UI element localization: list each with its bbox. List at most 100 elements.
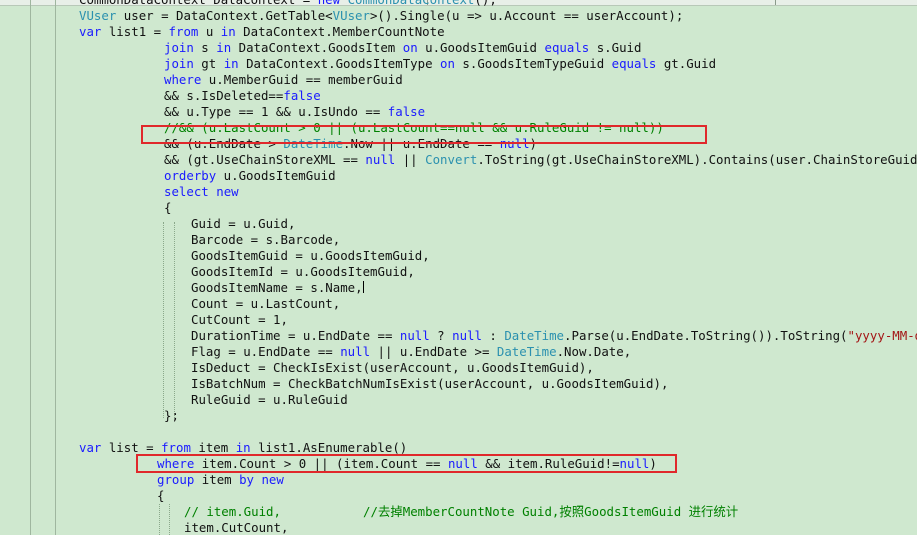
code-text: DataContext.GoodsItem [231, 40, 403, 55]
outline-margin-line [30, 0, 31, 535]
code-line[interactable]: VUser user = DataContext.GetTable<VUser>… [79, 8, 683, 24]
code-text: s [193, 40, 217, 55]
code-keyword: new [216, 184, 239, 199]
code-keyword: null [340, 344, 371, 359]
code-text: item [194, 472, 240, 487]
code-keyword: new [318, 0, 340, 7]
code-text: u.MemberGuid == memberGuid [201, 72, 403, 87]
code-text: { [164, 200, 172, 215]
code-type: DateTime [496, 344, 557, 359]
code-text: list = [101, 440, 162, 455]
code-text: GoodsItemGuid = u.GoodsItemGuid, [191, 248, 430, 263]
code-keyword: false [387, 104, 426, 119]
code-line[interactable]: join s in DataContext.GoodsItem on u.Goo… [164, 40, 641, 56]
code-text: (); [474, 0, 496, 7]
code-type: Convert [425, 152, 478, 167]
code-text: DataContext.GoodsItemType [238, 56, 441, 71]
indent-guide [159, 504, 160, 535]
top-strip-separator [775, 0, 776, 5]
code-type: VUser [332, 8, 370, 23]
code-text: s.Guid [589, 40, 642, 55]
code-text: { [157, 488, 165, 503]
code-line[interactable]: GoodsItemId = u.GoodsItemGuid, [191, 264, 415, 280]
code-keyword: equals [611, 56, 657, 71]
code-text: IsBatchNum = CheckBatchNumIsExist(userAc… [191, 376, 669, 391]
code-line[interactable]: GoodsItemName = s.Name, [191, 280, 364, 296]
code-line[interactable]: Count = u.LastCount, [191, 296, 340, 312]
code-line[interactable]: CommonDataContext DataContext = new Comm… [79, 0, 497, 8]
code-line[interactable]: join gt in DataContext.GoodsItemType on … [164, 56, 716, 72]
code-keyword: in [235, 440, 251, 455]
code-text: item.CutCount, [184, 520, 289, 535]
highlight-box-where-clause [136, 454, 677, 473]
code-keyword: in [223, 56, 239, 71]
code-keyword: null [399, 328, 430, 343]
code-line[interactable]: orderby u.GoodsItemGuid [164, 168, 336, 184]
code-line[interactable]: item.CutCount, [184, 520, 288, 535]
code-text: GoodsItemId = u.GoodsItemGuid, [191, 264, 415, 279]
code-type: DateTime [504, 328, 565, 343]
code-line[interactable]: RuleGuid = u.RuleGuid [191, 392, 348, 408]
code-line[interactable]: // item.Guid, //去掉MemberCountNote Guid,按… [184, 504, 738, 520]
code-text: Barcode = s.Barcode, [191, 232, 341, 247]
text-cursor [362, 281, 364, 293]
code-line[interactable]: { [157, 488, 164, 504]
code-line[interactable]: }; [164, 408, 179, 424]
outline-margin-line [55, 0, 56, 535]
code-line[interactable]: CutCount = 1, [191, 312, 288, 328]
code-text: RuleGuid = u.RuleGuid [191, 392, 348, 407]
code-text: && s.IsDeleted== [164, 88, 284, 103]
code-text: ? [429, 328, 453, 343]
code-keyword: from [168, 24, 199, 39]
code-keyword: false [283, 88, 321, 103]
code-line[interactable]: group item by new [157, 472, 284, 488]
code-line[interactable]: Guid = u.Guid, [191, 216, 295, 232]
code-line[interactable]: var list1 = from u in DataContext.Member… [79, 24, 445, 40]
code-text: Count = u.LastCount, [191, 296, 341, 311]
code-text: || u.EndDate >= [370, 344, 497, 359]
code-text: gt.Guid [656, 56, 717, 71]
code-line[interactable]: Barcode = s.Barcode, [191, 232, 340, 248]
code-keyword: join [164, 40, 194, 55]
code-line[interactable]: IsBatchNum = CheckBatchNumIsExist(userAc… [191, 376, 668, 392]
code-text: DataContext.MemberCountNote [235, 24, 445, 39]
code-string: "yyyy-MM-dd" [847, 328, 917, 343]
code-line[interactable]: { [164, 200, 171, 216]
code-text: u.GoodsItemGuid [216, 168, 336, 183]
code-line[interactable]: DurationTime = u.EndDate == null ? null … [191, 328, 917, 344]
code-text: Guid = u.Guid, [191, 216, 296, 231]
code-keyword: select [164, 184, 209, 199]
code-text: IsDeduct = CheckIsExist(userAccount, u.G… [191, 360, 594, 375]
code-text: Flag = u.EndDate == [191, 344, 341, 359]
code-text: u.GoodsItemGuid [417, 40, 545, 55]
code-line[interactable]: IsDeduct = CheckIsExist(userAccount, u.G… [191, 360, 594, 376]
code-comment: // item.Guid, //去掉MemberCountNote Guid,按… [184, 504, 739, 519]
code-line[interactable]: && (gt.UseChainStoreXML == null || Conve… [164, 152, 917, 168]
code-text: >().Single(u => u.Account == userAccount… [369, 8, 684, 23]
code-line[interactable]: && s.IsDeleted==false [164, 88, 321, 104]
code-text: list1 = [101, 24, 169, 39]
code-line[interactable]: where u.MemberGuid == memberGuid [164, 72, 403, 88]
code-keyword: by [239, 472, 254, 487]
code-keyword: in [220, 24, 236, 39]
indent-guide [163, 222, 164, 418]
code-line[interactable]: select new [164, 184, 239, 200]
code-line[interactable]: Flag = u.EndDate == null || u.EndDate >=… [191, 344, 631, 360]
code-keyword: where [164, 72, 202, 87]
code-keyword: var [79, 440, 102, 455]
code-keyword: new [261, 472, 284, 487]
code-editor[interactable]: CommonDataContext DataContext = new Comm… [0, 0, 917, 535]
code-text: user = DataContext.GetTable< [116, 8, 333, 23]
code-line[interactable]: GoodsItemGuid = u.GoodsItemGuid, [191, 248, 430, 264]
code-keyword: var [79, 24, 102, 39]
code-text: || [395, 152, 426, 167]
code-text: && u.Type == 1 && u.IsUndo == [164, 104, 388, 119]
code-text: : [481, 328, 505, 343]
code-keyword: null [365, 152, 396, 167]
code-text: item [190, 440, 236, 455]
indent-guide [169, 504, 170, 535]
code-keyword: in [216, 40, 232, 55]
code-line[interactable]: && u.Type == 1 && u.IsUndo == false [164, 104, 425, 120]
code-keyword: orderby [164, 168, 217, 183]
